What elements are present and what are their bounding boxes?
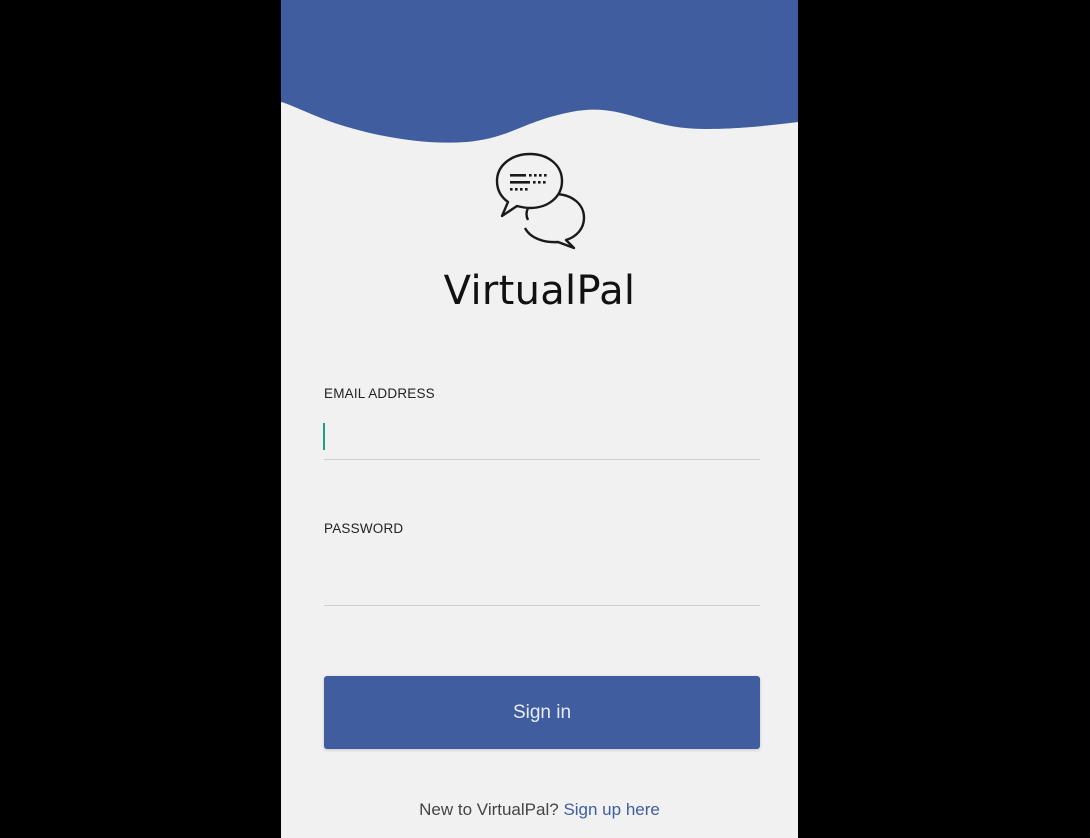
signup-prompt: New to VirtualPal? Sign up here (281, 800, 798, 820)
header-wave (281, 0, 798, 143)
chat-bubbles-icon (495, 152, 586, 250)
sign-up-link[interactable]: Sign up here (563, 800, 659, 819)
password-field[interactable] (324, 561, 760, 606)
email-field[interactable] (324, 415, 760, 460)
email-label: EMAIL ADDRESS (324, 386, 435, 401)
signup-prompt-text: New to VirtualPal? (419, 800, 559, 819)
login-screen: VirtualPal EMAIL ADDRESS PASSWORD Sign i… (281, 0, 798, 838)
app-title: VirtualPal (443, 268, 636, 314)
text-cursor (323, 423, 325, 450)
sign-in-button[interactable]: Sign in (324, 676, 760, 749)
password-label: PASSWORD (324, 521, 404, 536)
